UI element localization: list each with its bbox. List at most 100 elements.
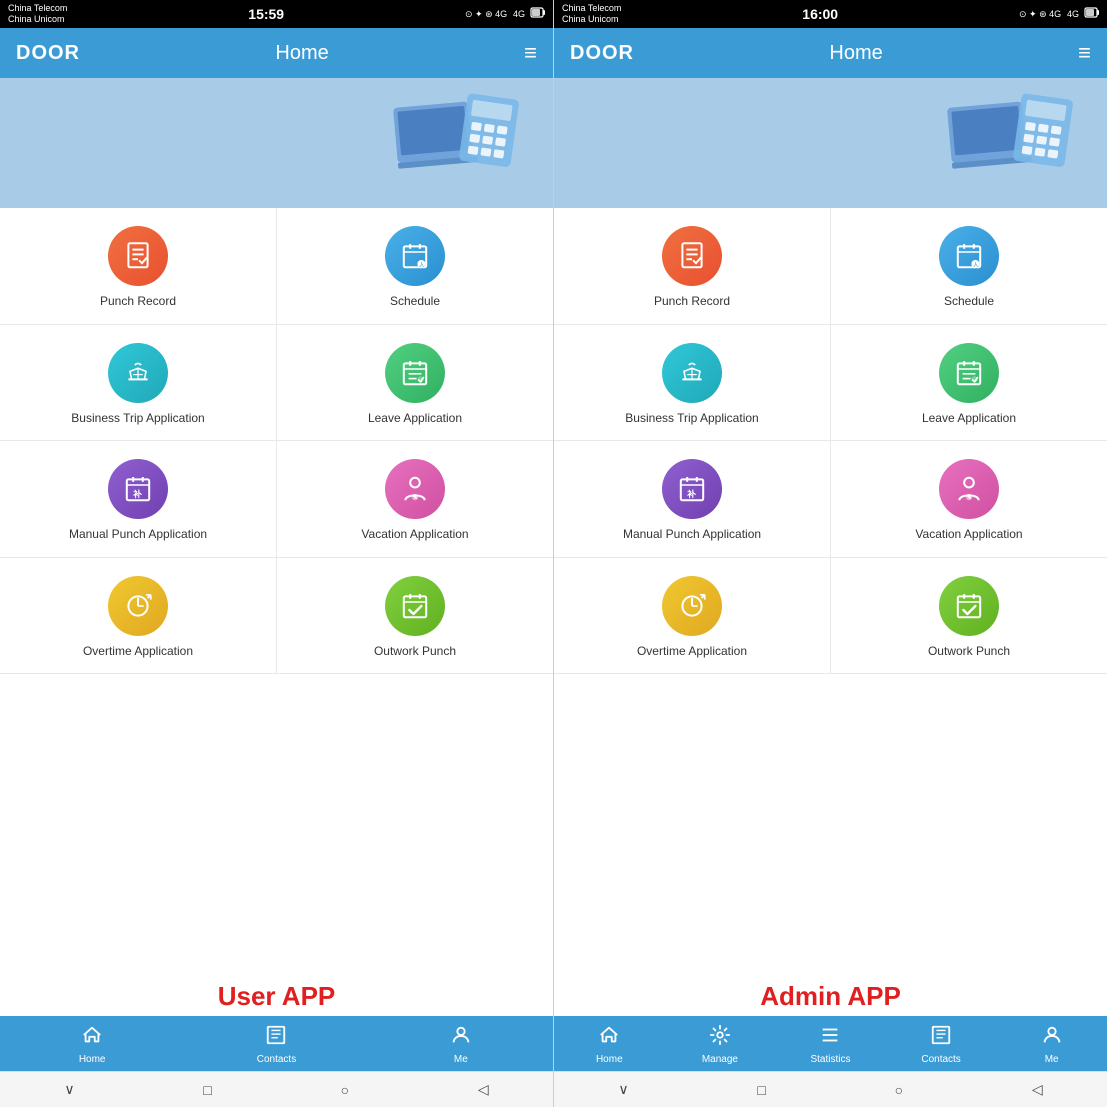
overtime-icon xyxy=(662,576,722,636)
system-nav: ∨ □ ○ ◁ xyxy=(554,1071,1107,1107)
nav-item-manage[interactable]: Manage xyxy=(665,1016,776,1071)
menu-item-manual-punch[interactable]: 补 Manual Punch Application xyxy=(554,441,831,557)
bottom-nav: Home Contacts Me xyxy=(0,1016,553,1071)
system-nav: ∨ □ ○ ◁ xyxy=(0,1071,553,1107)
business-trip-label: Business Trip Application xyxy=(625,411,758,427)
menu-row-2: 补 Manual Punch Application Vacation Appl… xyxy=(0,441,553,558)
statistics-nav-label: Statistics xyxy=(810,1054,850,1065)
home-nav-icon xyxy=(81,1024,103,1052)
app-type-label: Admin APP xyxy=(554,973,1107,1016)
menu-item-schedule[interactable]: 人 Schedule xyxy=(831,208,1107,324)
app-logo: DOOR xyxy=(16,42,80,65)
header-title: Home xyxy=(829,42,882,65)
manual-punch-icon: 补 xyxy=(662,459,722,519)
menu-item-punch-record[interactable]: Punch Record xyxy=(554,208,831,324)
overtime-label: Overtime Application xyxy=(637,644,747,660)
nav-back[interactable]: ◁ xyxy=(1016,1077,1059,1102)
nav-item-home[interactable]: Home xyxy=(554,1016,665,1071)
leave-label: Leave Application xyxy=(368,411,462,427)
manage-nav-label: Manage xyxy=(702,1054,738,1065)
leave-icon xyxy=(939,343,999,403)
status-bar: China Telecom China Unicom 16:00 ⊙ ✦ ⊛ 4… xyxy=(554,0,1107,28)
menu-item-leave[interactable]: Leave Application xyxy=(831,325,1107,441)
nav-back[interactable]: ◁ xyxy=(462,1077,505,1102)
menu-item-outwork[interactable]: Outwork Punch xyxy=(277,558,553,674)
nav-item-me[interactable]: Me xyxy=(996,1016,1107,1071)
menu-item-business-trip[interactable]: Business Trip Application xyxy=(0,325,277,441)
menu-row-3: Overtime Application Outwork Punch xyxy=(0,558,553,675)
me-nav-icon xyxy=(1041,1024,1063,1052)
nav-down[interactable]: ∨ xyxy=(602,1077,644,1102)
bottom-nav: Home Manage Statistics Contacts Me xyxy=(554,1016,1107,1071)
menu-row-2: 补 Manual Punch Application Vacation Appl… xyxy=(554,441,1107,558)
schedule-label: Schedule xyxy=(944,294,994,310)
status-bar: China Telecom China Unicom 15:59 ⊙ ✦ ⊛ 4… xyxy=(0,0,553,28)
punch-record-label: Punch Record xyxy=(100,294,176,310)
business-trip-icon xyxy=(662,343,722,403)
app-header: DOOR Home ≡ xyxy=(554,28,1107,78)
overtime-icon xyxy=(108,576,168,636)
banner-art xyxy=(937,88,1087,198)
outwork-label: Outwork Punch xyxy=(928,644,1010,660)
svg-text:人: 人 xyxy=(419,262,425,269)
nav-item-home[interactable]: Home xyxy=(0,1016,184,1071)
business-trip-label: Business Trip Application xyxy=(71,411,204,427)
svg-text:补: 补 xyxy=(132,488,142,499)
svg-text:⊙ ✦ ⊛ 4G: ⊙ ✦ ⊛ 4G xyxy=(465,9,507,19)
manual-punch-icon: 补 xyxy=(108,459,168,519)
menu-row-1: Business Trip Application Leave Applicat… xyxy=(0,325,553,442)
menu-item-leave[interactable]: Leave Application xyxy=(277,325,553,441)
vacation-label: Vacation Application xyxy=(361,527,468,543)
banner-art xyxy=(383,88,533,198)
menu-item-overtime[interactable]: Overtime Application xyxy=(0,558,277,674)
nav-square[interactable]: □ xyxy=(187,1078,227,1102)
svg-text:4G: 4G xyxy=(1067,9,1079,19)
menu-item-business-trip[interactable]: Business Trip Application xyxy=(554,325,831,441)
nav-down[interactable]: ∨ xyxy=(48,1077,90,1102)
header-title: Home xyxy=(275,42,328,65)
nav-item-contacts[interactable]: Contacts xyxy=(184,1016,368,1071)
outwork-label: Outwork Punch xyxy=(374,644,456,660)
nav-item-statistics[interactable]: Statistics xyxy=(775,1016,886,1071)
me-nav-label: Me xyxy=(454,1054,468,1065)
statistics-nav-icon xyxy=(819,1024,841,1052)
menu-item-overtime[interactable]: Overtime Application xyxy=(554,558,831,674)
menu-grid: Punch Record 人 Schedule Business Trip Ap… xyxy=(0,208,553,973)
menu-item-vacation[interactable]: Vacation Application xyxy=(831,441,1107,557)
app-type-label: User APP xyxy=(0,973,553,1016)
menu-item-outwork[interactable]: Outwork Punch xyxy=(831,558,1107,674)
menu-item-punch-record[interactable]: Punch Record xyxy=(0,208,277,324)
business-trip-icon xyxy=(108,343,168,403)
nav-item-contacts[interactable]: Contacts xyxy=(886,1016,997,1071)
admin-phone: China Telecom China Unicom 16:00 ⊙ ✦ ⊛ 4… xyxy=(554,0,1107,1107)
nav-item-me[interactable]: Me xyxy=(369,1016,553,1071)
vacation-icon xyxy=(385,459,445,519)
nav-square[interactable]: □ xyxy=(741,1078,781,1102)
schedule-icon: 人 xyxy=(939,226,999,286)
menu-item-vacation[interactable]: Vacation Application xyxy=(277,441,553,557)
schedule-icon: 人 xyxy=(385,226,445,286)
menu-row-0: Punch Record 人 Schedule xyxy=(0,208,553,325)
schedule-label: Schedule xyxy=(390,294,440,310)
menu-button[interactable]: ≡ xyxy=(524,40,537,66)
contacts-nav-label: Contacts xyxy=(921,1054,960,1065)
me-nav-label: Me xyxy=(1045,1054,1059,1065)
punch-record-icon xyxy=(662,226,722,286)
menu-item-schedule[interactable]: 人 Schedule xyxy=(277,208,553,324)
contacts-nav-label: Contacts xyxy=(257,1054,296,1065)
app-logo: DOOR xyxy=(570,42,634,65)
vacation-icon xyxy=(939,459,999,519)
outwork-icon xyxy=(939,576,999,636)
home-nav-label: Home xyxy=(596,1054,623,1065)
overtime-label: Overtime Application xyxy=(83,644,193,660)
banner xyxy=(0,78,553,208)
vacation-label: Vacation Application xyxy=(915,527,1022,543)
nav-circle[interactable]: ○ xyxy=(325,1078,365,1102)
nav-circle[interactable]: ○ xyxy=(879,1078,919,1102)
status-time: 15:59 xyxy=(248,6,284,22)
banner-illustration xyxy=(383,88,533,198)
manage-nav-icon xyxy=(709,1024,731,1052)
menu-item-manual-punch[interactable]: 补 Manual Punch Application xyxy=(0,441,277,557)
menu-button[interactable]: ≡ xyxy=(1078,40,1091,66)
phones-container: China Telecom China Unicom 15:59 ⊙ ✦ ⊛ 4… xyxy=(0,0,1107,1107)
